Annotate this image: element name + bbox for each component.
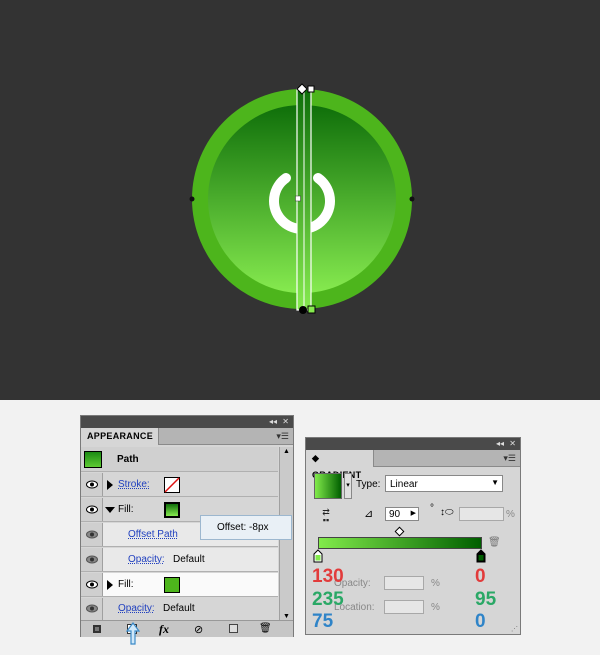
appearance-panel-titlebar[interactable]: ◂◂ ✕: [81, 416, 293, 428]
reverse-gradient-icon[interactable]: ⇄ ▪▪: [318, 508, 334, 525]
eye-icon[interactable]: [86, 505, 98, 514]
left-b-value: 75: [312, 611, 334, 632]
expand-triangle-icon[interactable]: [107, 580, 113, 590]
eye-icon[interactable]: [86, 580, 98, 589]
gradient-fill-swatch[interactable]: [164, 502, 180, 518]
eye-icon[interactable]: [86, 530, 98, 539]
panel-menu-icon[interactable]: ▾☰: [276, 431, 289, 442]
gradient-panel-titlebar[interactable]: ◂◂ ✕: [306, 438, 520, 450]
stroke-label[interactable]: Stroke:: [118, 479, 150, 490]
new-art-basic-icon[interactable]: [93, 625, 101, 633]
fx-icon[interactable]: fx: [159, 622, 169, 637]
type-select[interactable]: Linear ▼: [385, 475, 503, 492]
close-icon[interactable]: ✕: [282, 416, 289, 428]
collapse-triangle-icon[interactable]: [105, 507, 115, 513]
angle-field[interactable]: 90 ▶: [385, 507, 419, 521]
collapse-icon[interactable]: ◂◂: [269, 416, 277, 428]
aspect-unit: %: [506, 509, 515, 520]
bottom-square-handle[interactable]: [307, 305, 316, 314]
gradient-preset-dropdown[interactable]: ▾: [344, 473, 352, 499]
panel-menu-icon[interactable]: ▾☰: [503, 453, 516, 464]
chevron-down-icon: ▼: [491, 478, 499, 487]
resize-grip-icon[interactable]: ⋰: [511, 625, 518, 633]
right-color-stop[interactable]: [476, 549, 486, 563]
visibility-column: [81, 573, 103, 596]
no-entry-icon[interactable]: ⊘: [194, 623, 203, 636]
eye-icon[interactable]: [86, 604, 98, 613]
collapse-icon[interactable]: ◂◂: [496, 438, 504, 450]
type-select-value: Linear: [390, 479, 418, 490]
right-anchor[interactable]: [409, 196, 415, 202]
fill-opacity-row[interactable]: Opacity: Default: [81, 548, 278, 572]
visibility-column: [81, 548, 103, 571]
midpoint-diamond[interactable]: [394, 526, 405, 537]
artwork-svg[interactable]: [0, 0, 600, 400]
eye-icon[interactable]: [86, 555, 98, 564]
scroll-down-icon[interactable]: ▼: [283, 613, 290, 620]
stroke-row[interactable]: Stroke:: [81, 473, 278, 497]
duplicate-icon[interactable]: [229, 624, 238, 633]
visibility-column: [81, 523, 103, 546]
opacity-value: Default: [173, 554, 205, 565]
left-r-value: 130: [312, 566, 344, 587]
fill-label-2: Fill:: [118, 579, 134, 590]
offset-path-link[interactable]: Offset Path: [128, 529, 178, 540]
right-g-value: 95: [475, 589, 497, 610]
angle-value: 90: [389, 509, 401, 520]
opacity-percent: %: [431, 578, 440, 589]
expand-triangle-icon[interactable]: [107, 480, 113, 490]
appearance-tabbar: APPEARANCE ▾☰: [81, 428, 293, 445]
anchor-center[interactable]: [295, 195, 301, 202]
appearance-header-row[interactable]: Path: [81, 447, 278, 472]
opacity-field[interactable]: [384, 576, 424, 590]
fill-label: Fill:: [118, 504, 134, 515]
bottom-circle-handle[interactable]: [299, 306, 307, 314]
gradient-tabbar: ◆ GRADIENT ▾☰: [306, 450, 520, 480]
eye-icon[interactable]: [86, 480, 98, 489]
location-field[interactable]: [384, 600, 424, 614]
visibility-column: [81, 498, 103, 521]
artboard-canvas[interactable]: [0, 0, 600, 400]
pointer-arrow-icon: [126, 622, 140, 645]
gradient-preview-swatch[interactable]: [314, 473, 342, 499]
tooltip-text: Offset: -8px: [217, 522, 269, 533]
left-anchor[interactable]: [189, 196, 195, 202]
aspect-field[interactable]: [459, 507, 504, 521]
delete-icon[interactable]: 🗑: [259, 623, 272, 634]
left-color-stop[interactable]: [313, 549, 323, 563]
location-percent: %: [431, 602, 440, 613]
opacity-value-main: Default: [163, 603, 195, 614]
solid-fill-swatch[interactable]: [164, 577, 180, 593]
top-square-handle[interactable]: [307, 85, 315, 93]
fill-solid-row[interactable]: Fill:: [81, 573, 278, 597]
tab-appearance[interactable]: APPEARANCE: [81, 428, 159, 445]
path-thumbnail: [84, 451, 102, 468]
opacity-link[interactable]: Opacity:: [128, 554, 165, 565]
tab-gradient[interactable]: ◆ GRADIENT: [306, 450, 374, 480]
opacity-row[interactable]: Opacity: Default: [81, 598, 278, 620]
right-b-value: 0: [475, 611, 486, 632]
scroll-up-icon[interactable]: ▲: [283, 448, 290, 455]
trash-icon[interactable]: 🗑: [488, 537, 501, 548]
gradient-slider[interactable]: [318, 537, 482, 549]
opacity-link-main[interactable]: Opacity:: [118, 603, 155, 614]
offset-tooltip: Offset: -8px: [200, 515, 292, 540]
stepper-arrow-icon[interactable]: ▶: [411, 509, 416, 517]
appearance-toolbar: fx ⊘ 🗑: [81, 620, 293, 637]
angle-icon: ⊿: [364, 508, 374, 520]
no-stroke-swatch[interactable]: [164, 477, 180, 493]
degree-symbol: °: [430, 503, 434, 514]
aspect-ratio-icon: ↕⬭: [440, 507, 454, 518]
type-label: Type:: [356, 479, 381, 490]
visibility-column: [81, 598, 103, 620]
close-icon[interactable]: ✕: [509, 438, 516, 450]
right-r-value: 0: [475, 566, 486, 587]
path-label: Path: [117, 454, 139, 465]
left-g-value: 235: [312, 589, 344, 610]
visibility-column: [81, 473, 103, 496]
